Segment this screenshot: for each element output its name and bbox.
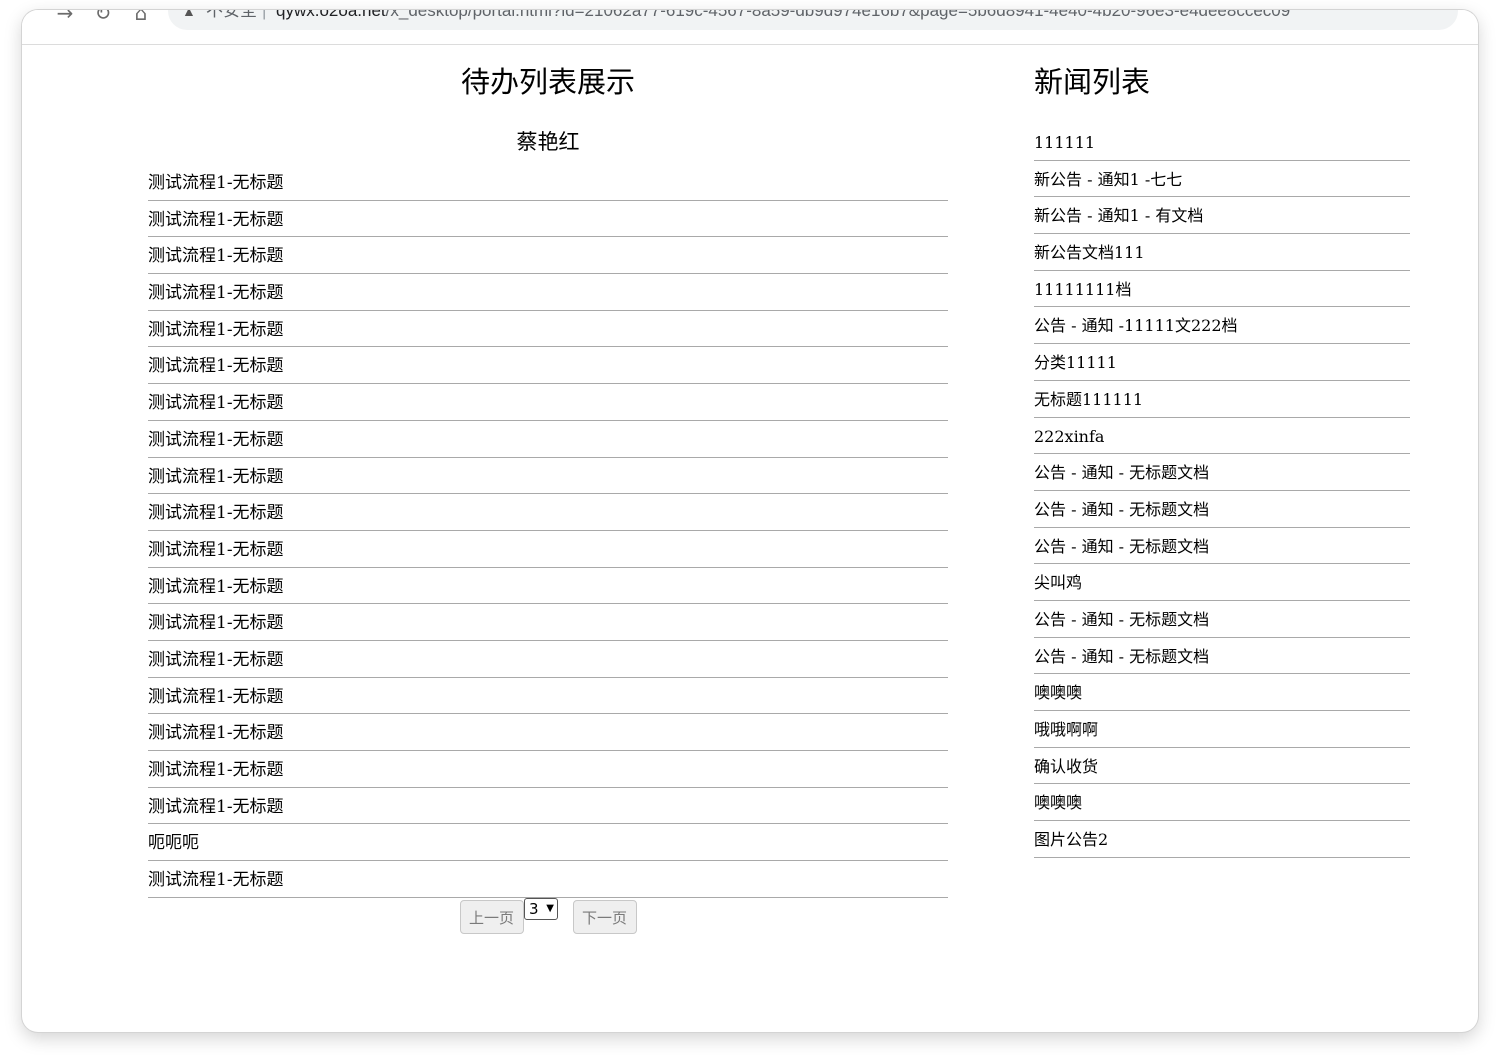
news-item[interactable]: 图片公告2 (1034, 821, 1410, 858)
news-item[interactable]: 新公告 - 通知1 - 有文档 (1034, 197, 1410, 235)
pager: 上一页 3 ▼ 下一页 (148, 897, 948, 942)
news-item[interactable]: 哦哦啊啊 (1034, 711, 1410, 748)
todo-item[interactable]: 测试流程1-无标题 (148, 604, 948, 641)
todo-item[interactable]: 测试流程1-无标题 (148, 751, 948, 788)
todo-list: 测试流程1-无标题 测试流程1-无标题 测试流程1-无标题 测试流程1-无标题 测试流程… (148, 164, 948, 898)
url-path: /x_desktop/portal.html?id=21062a77-619c-… (385, 10, 1291, 20)
address-bar[interactable]: ▲ 不安全 | qywx.o2oa.net/x_desktop/portal.h… (168, 10, 1458, 30)
news-item[interactable]: 公告 - 通知 -11111文222档 (1034, 307, 1410, 345)
todo-item[interactable]: 测试流程1-无标题 (148, 347, 948, 385)
forward-icon[interactable]: → (52, 10, 78, 26)
news-item[interactable]: 111111 (1034, 124, 1410, 161)
prev-page-button[interactable]: 上一页 (460, 899, 524, 934)
todo-item[interactable]: 测试流程1-无标题 (148, 678, 948, 715)
url-text[interactable]: qywx.o2oa.net/x_desktop/portal.html?id=2… (276, 10, 1290, 30)
news-item[interactable]: 新公告文档111 (1034, 234, 1410, 271)
home-icon[interactable]: ⌂ (128, 10, 154, 26)
news-item[interactable]: 噢噢噢 (1034, 674, 1410, 711)
todo-item[interactable]: 测试流程1-无标题 (148, 641, 948, 678)
security-label: 不安全 (206, 10, 257, 20)
news-item[interactable]: 无标题111111 (1034, 381, 1410, 418)
todo-item[interactable]: 测试流程1-无标题 (148, 384, 948, 421)
news-item[interactable]: 222xinfa (1034, 418, 1410, 455)
news-item[interactable]: 公告 - 通知 - 无标题文档 (1034, 638, 1410, 675)
news-item[interactable]: 分类11111 (1034, 344, 1410, 381)
chevron-down-icon: ▼ (546, 902, 554, 914)
news-item[interactable]: 公告 - 通知 - 无标题文档 (1034, 454, 1410, 491)
next-page-button[interactable]: 下一页 (573, 899, 637, 934)
news-item[interactable]: 公告 - 通知 - 无标题文档 (1034, 528, 1410, 565)
browser-toolbar: → ↻ ⌂ ▲ 不安全 | qywx.o2oa.net/x_desktop/po… (22, 10, 1478, 45)
todo-item[interactable]: 测试流程1-无标题 (148, 861, 948, 898)
user-name: 蔡艳红 (516, 130, 580, 154)
todo-item[interactable]: 测试流程1-无标题 (148, 714, 948, 751)
news-item[interactable]: 尖叫鸡 (1034, 564, 1410, 601)
news-item[interactable]: 11111111档 (1034, 271, 1410, 308)
todo-item[interactable]: 测试流程1-无标题 (148, 531, 948, 568)
todo-item[interactable]: 测试流程1-无标题 (148, 311, 948, 348)
todo-item[interactable]: 测试流程1-无标题 (148, 788, 948, 825)
page-select-value: 3 (529, 899, 539, 918)
todo-item[interactable]: 测试流程1-无标题 (148, 237, 948, 275)
todo-item[interactable]: 测试流程1-无标题 (148, 164, 948, 201)
news-list: 111111 新公告 - 通知1 -七七 新公告 - 通知1 - 有文档 新公告文档1… (1034, 124, 1410, 858)
news-item[interactable]: 确认收货 (1034, 748, 1410, 785)
reload-icon[interactable]: ↻ (90, 10, 116, 26)
todo-item[interactable]: 测试流程1-无标题 (148, 274, 948, 311)
news-item[interactable]: 新公告 - 通知1 -七七 (1034, 161, 1410, 198)
warning-icon[interactable]: ▲ (182, 10, 196, 30)
address-separator: | (262, 10, 267, 20)
news-item[interactable]: 噢噢噢 (1034, 784, 1410, 822)
todo-panel: 待办列表展示 蔡艳红 测试流程1-无标题 测试流程1-无标题 测试流程1-无标题 测试… (148, 44, 948, 942)
todo-item[interactable]: 测试流程1-无标题 (148, 458, 948, 495)
news-item[interactable]: 公告 - 通知 - 无标题文档 (1034, 491, 1410, 528)
todo-title: 待办列表展示 (460, 65, 635, 99)
todo-item[interactable]: 测试流程1-无标题 (148, 568, 948, 605)
news-panel: 新闻列表 111111 新公告 - 通知1 -七七 新公告 - 通知1 - 有文档新… (1034, 44, 1410, 858)
url-host: qywx.o2oa.net (276, 10, 386, 20)
news-title: 新闻列表 (1034, 65, 1151, 99)
news-item[interactable]: 公告 - 通知 - 无标题文档 (1034, 601, 1410, 638)
todo-item[interactable]: 测试流程1-无标题 (148, 201, 948, 238)
page-select[interactable]: 3 ▼ (524, 897, 558, 920)
todo-item[interactable]: 呃呃呃 (148, 824, 948, 862)
todo-item[interactable]: 测试流程1-无标题 (148, 494, 948, 531)
browser-window: → ↻ ⌂ ▲ 不安全 | qywx.o2oa.net/x_desktop/po… (22, 10, 1478, 1032)
todo-item[interactable]: 测试流程1-无标题 (148, 421, 948, 458)
